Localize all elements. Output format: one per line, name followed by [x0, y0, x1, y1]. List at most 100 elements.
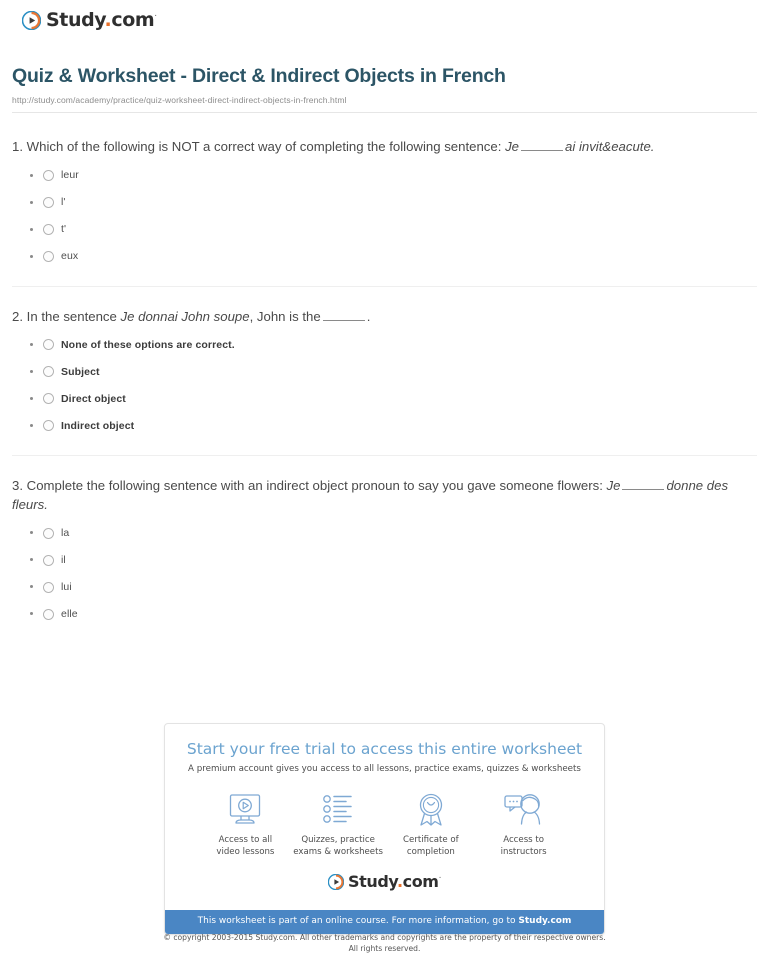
radio-button[interactable] — [43, 366, 54, 378]
option-item[interactable]: la — [43, 527, 757, 539]
promo-study-com-logo[interactable]: Study.com· — [181, 860, 588, 902]
feature-label-line2: completion — [406, 846, 455, 857]
option-item[interactable]: Direct object — [43, 393, 757, 405]
title-block: Quiz & Worksheet - Direct & Indirect Obj… — [12, 35, 757, 114]
question-text-1: 1. Which of the following is NOT a corre… — [12, 137, 757, 156]
option-row[interactable]: Indirect object — [43, 420, 134, 432]
logo-wordmark: Study.com· — [46, 11, 157, 30]
logo-text-study: Study — [347, 872, 397, 892]
option-label: elle — [61, 607, 78, 620]
question-italic-2a: Je donnai John soupe — [120, 308, 250, 324]
option-item[interactable]: l' — [43, 197, 757, 209]
option-row[interactable]: l' — [43, 197, 66, 209]
option-row[interactable]: Direct object — [43, 392, 126, 405]
option-row[interactable]: elle — [43, 607, 78, 620]
logo-text-com: com — [402, 872, 439, 892]
option-row[interactable]: Subject — [43, 366, 100, 378]
promo-card-wrapper: Start your free trial to access this ent… — [0, 723, 769, 935]
option-item[interactable]: t' — [43, 224, 757, 236]
radio-button[interactable] — [43, 527, 54, 539]
logo-text-study: Study — [46, 9, 105, 31]
question-prompt-2: In the sentence — [26, 308, 117, 324]
feature-label-line2: exams & worksheets — [293, 846, 383, 857]
feature-label: Certificate of completion — [385, 835, 478, 858]
promo-bar-text: This worksheet is part of an online cour… — [197, 916, 516, 927]
radio-button[interactable] — [43, 608, 54, 620]
option-label: il — [61, 553, 66, 566]
option-row[interactable]: lui — [43, 580, 72, 593]
copyright-line-2: All rights reserved. — [348, 944, 421, 953]
promo-course-bar[interactable]: This worksheet is part of an online cour… — [165, 910, 604, 934]
option-item[interactable]: elle — [43, 608, 757, 620]
radio-button[interactable] — [43, 420, 54, 432]
play-circle-icon — [327, 873, 345, 891]
question-prompt-2-mid: , John is the — [249, 308, 321, 324]
option-row[interactable]: None of these options are correct. — [43, 338, 235, 351]
radio-button[interactable] — [43, 197, 54, 209]
option-label: t' — [61, 223, 67, 236]
option-item[interactable]: None of these options are correct. — [43, 339, 757, 351]
copyright-footer: © copyright 2003-2015 Study.com. All oth… — [0, 932, 769, 954]
option-item[interactable]: il — [43, 554, 757, 566]
radio-button[interactable] — [43, 251, 54, 263]
question-prompt-2-end: . — [366, 308, 371, 324]
feature-label: Quizzes, practice exams & worksheets — [292, 835, 385, 858]
feature-certificate: Certificate of completion — [385, 791, 478, 858]
feature-label-line1: Access to all — [218, 834, 273, 845]
promo-features: Access to all video lessons Quizzes, pra… — [181, 775, 588, 860]
question-italic-3a: Je — [606, 477, 621, 493]
question-text-3: 3. Complete the following sentence with … — [12, 476, 757, 514]
question-prompt-3: Complete the following sentence with an … — [26, 477, 603, 493]
promo-bar-link[interactable]: Study.com — [518, 916, 571, 926]
question-block-1: 1. Which of the following is NOT a corre… — [12, 137, 757, 290]
worksheet-page: Study.com· Quiz & Worksheet - Direct & I… — [0, 0, 769, 970]
question-italic-1a: Je — [505, 139, 520, 155]
option-item[interactable]: lui — [43, 581, 757, 593]
answer-blank-3 — [622, 477, 665, 490]
option-row[interactable]: leur — [43, 170, 79, 182]
option-label: Direct object — [61, 392, 126, 405]
radio-button[interactable] — [43, 393, 54, 405]
radio-button[interactable] — [43, 339, 54, 351]
option-row[interactable]: t' — [43, 223, 67, 236]
logo-text-com: com — [111, 9, 155, 31]
options-list-2: None of these options are correct. Subje… — [12, 339, 757, 432]
question-divider — [12, 454, 757, 456]
radio-button[interactable] — [43, 224, 54, 236]
feature-label: Access to instructors — [477, 835, 570, 858]
option-item[interactable]: leur — [43, 170, 757, 182]
feature-label-line1: Quizzes, practice — [301, 834, 375, 845]
study-com-logo[interactable]: Study.com· — [21, 11, 157, 31]
question-italic-1b: ai invit&eacute. — [565, 139, 655, 155]
site-header: Study.com· — [12, 0, 757, 35]
question-block-3: 3. Complete the following sentence with … — [12, 460, 757, 624]
option-label: None of these options are correct. — [61, 338, 235, 351]
option-item[interactable]: Subject — [43, 366, 757, 378]
option-label: lui — [61, 580, 72, 593]
option-row[interactable]: la — [43, 527, 69, 539]
radio-button[interactable] — [43, 581, 54, 593]
promo-subheadline: A premium account gives you access to al… — [188, 763, 581, 774]
option-label: eux — [61, 250, 79, 263]
options-list-3: la il lui elle — [12, 527, 757, 620]
feature-label-line2: instructors — [500, 846, 547, 857]
checklist-icon — [292, 791, 385, 829]
feature-label: Access to all video lessons — [199, 835, 292, 858]
question-block-2: 2. In the sentence Je donnai John soupe,… — [12, 291, 757, 460]
option-item[interactable]: eux — [43, 251, 757, 263]
worksheet-url: http://study.com/academy/practice/quiz-w… — [12, 95, 347, 106]
feature-label-line2: video lessons — [216, 846, 275, 857]
option-item[interactable]: Indirect object — [43, 420, 757, 432]
feature-instructors: Access to instructors — [477, 791, 570, 858]
question-number-1: 1. — [12, 139, 23, 155]
answer-blank-1 — [521, 139, 564, 152]
question-number-2: 2. — [12, 308, 23, 324]
option-row[interactable]: eux — [43, 250, 79, 263]
question-divider — [12, 285, 757, 287]
question-text-2: 2. In the sentence Je donnai John soupe,… — [12, 307, 757, 326]
option-row[interactable]: il — [43, 553, 66, 566]
options-list-1: leur l' t' eux — [12, 170, 757, 263]
radio-button[interactable] — [43, 170, 54, 182]
video-monitor-icon — [199, 791, 292, 829]
radio-button[interactable] — [43, 554, 54, 566]
